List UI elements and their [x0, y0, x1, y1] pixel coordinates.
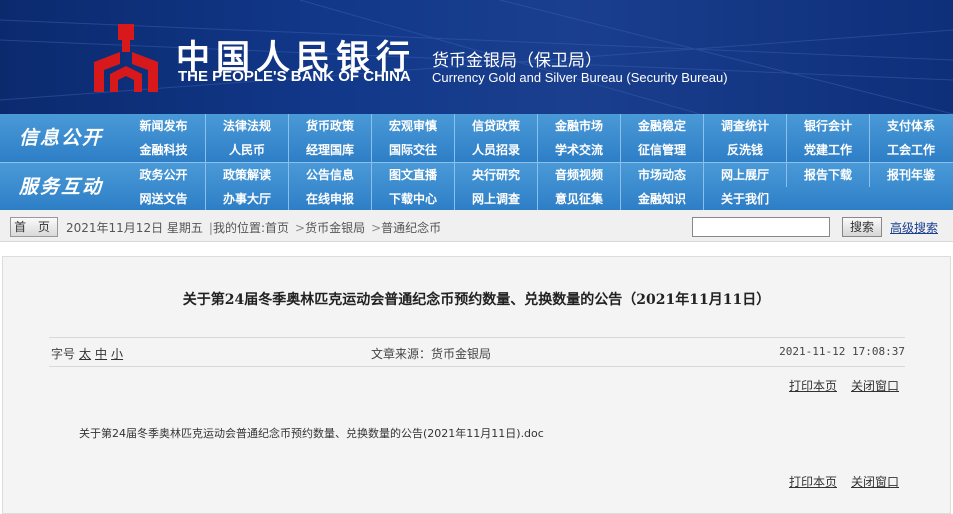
home-button[interactable]: 首 页 — [10, 217, 58, 237]
attachment-link[interactable]: 关于第24届冬季奥林匹克运动会普通纪念币预约数量、兑换数量的公告(2021年11… — [79, 425, 544, 441]
article-panel: 关于第24届冬季奥林匹克运动会普通纪念币预约数量、兑换数量的公告（2021年11… — [2, 256, 951, 514]
breadcrumb: 2021年11月12日 星期五 |我的位置:首页 >货币金银局 >普通纪念币 — [66, 219, 441, 236]
nav-item[interactable]: 报刊年鉴 — [869, 163, 952, 187]
nav-item[interactable]: 新闻发布 — [122, 114, 205, 138]
nav-item[interactable]: 金融稳定 — [620, 114, 703, 138]
nav-item[interactable]: 网上调查 — [454, 187, 537, 211]
breadcrumb-bureau[interactable]: 货币金银局 — [305, 221, 365, 235]
breadcrumb-home[interactable]: 首页 — [265, 221, 289, 235]
nav-section-info: 信息公开 新闻发布 法律法规 货币政策 宏观审慎 信贷政策 金融市场 金融稳定 … — [0, 114, 953, 162]
nav-item[interactable]: 央行研究 — [454, 163, 537, 187]
nav-row-2: 金融科技 人民币 经理国库 国际交往 人员招录 学术交流 征信管理 反洗钱 党建… — [122, 138, 953, 162]
nav-item[interactable]: 网送文告 — [122, 187, 205, 211]
advanced-search-link[interactable]: 高级搜索 — [890, 219, 938, 236]
nav-item[interactable]: 征信管理 — [620, 138, 703, 162]
nav-item[interactable]: 政策解读 — [205, 163, 288, 187]
nav-item[interactable]: 报告下载 — [786, 163, 869, 187]
nav-item[interactable]: 反洗钱 — [703, 138, 786, 162]
nav-item[interactable]: 图文直播 — [371, 163, 454, 187]
nav-item[interactable]: 在线申报 — [288, 187, 371, 211]
nav-item[interactable]: 意见征集 — [537, 187, 620, 211]
article-actions-bottom: 打印本页 关闭窗口 — [789, 473, 913, 490]
nav-item[interactable]: 银行会计 — [786, 114, 869, 138]
close-window-link[interactable]: 关闭窗口 — [851, 475, 899, 489]
nav-item[interactable]: 公告信息 — [288, 163, 371, 187]
nav-item[interactable]: 信贷政策 — [454, 114, 537, 138]
nav-item[interactable]: 法律法规 — [205, 114, 288, 138]
nav-item[interactable]: 调查统计 — [703, 114, 786, 138]
font-size-large[interactable]: 太 — [79, 347, 91, 361]
article-meta: 字号太中小 文章来源：货币金银局 2021-11-12 17:08:37 — [49, 337, 905, 367]
nav-item[interactable]: 经理国库 — [288, 138, 371, 162]
nav-section-label: 信息公开 — [18, 127, 103, 149]
close-window-link[interactable]: 关闭窗口 — [851, 379, 899, 393]
nav-item[interactable]: 网上展厅 — [703, 163, 786, 187]
search-button[interactable]: 搜索 — [842, 217, 882, 237]
nav-item[interactable]: 关于我们 — [703, 187, 786, 211]
header-banner: 中国人民银行 THE PEOPLE'S BANK OF CHINA 货币金银局（… — [0, 0, 953, 114]
location-label: 我的位置: — [212, 221, 265, 235]
font-size-small[interactable]: 小 — [111, 347, 123, 361]
nav-item[interactable]: 市场动态 — [620, 163, 703, 187]
article-title: 关于第24届冬季奥林匹克运动会普通纪念币预约数量、兑换数量的公告（2021年11… — [182, 292, 771, 308]
nav-section-label: 服务互动 — [18, 176, 103, 198]
breadcrumb-chevron-icon: > — [371, 221, 382, 235]
nav-row-3: 政务公开 政策解读 公告信息 图文直播 央行研究 音频视频 市场动态 网上展厅 … — [122, 163, 953, 187]
nav-item[interactable]: 党建工作 — [786, 138, 869, 162]
nav-item[interactable]: 国际交往 — [371, 138, 454, 162]
nav-item[interactable]: 办事大厅 — [205, 187, 288, 211]
nav-item[interactable]: 宏观审慎 — [371, 114, 454, 138]
site-title-en: THE PEOPLE'S BANK OF CHINA — [178, 68, 411, 85]
breadcrumb-chevron-icon: > — [295, 221, 306, 235]
bureau-title-en: Currency Gold and Silver Bureau (Securit… — [432, 70, 728, 85]
nav-item[interactable]: 人民币 — [205, 138, 288, 162]
nav-item[interactable]: 工会工作 — [869, 138, 952, 162]
nav-item[interactable]: 金融市场 — [537, 114, 620, 138]
nav-section-service: 服务互动 政务公开 政策解读 公告信息 图文直播 央行研究 音频视频 市场动态 … — [0, 162, 953, 211]
font-size-switcher: 字号太中小 — [51, 345, 123, 362]
nav-item[interactable]: 货币政策 — [288, 114, 371, 138]
bureau-title-cn: 货币金银局（保卫局） — [432, 51, 602, 71]
article-source: 文章来源：货币金银局 — [371, 347, 492, 361]
nav-item[interactable]: 音频视频 — [537, 163, 620, 187]
nav-item[interactable]: 学术交流 — [537, 138, 620, 162]
current-date: 2021年11月12日 星期五 — [66, 221, 203, 235]
search-input[interactable] — [692, 217, 830, 237]
nav-item[interactable]: 下载中心 — [371, 187, 454, 211]
pboc-emblem-icon — [94, 24, 158, 92]
publish-time: 2021-11-12 17:08:37 — [779, 345, 905, 358]
breadcrumb-current[interactable]: 普通纪念币 — [381, 221, 441, 235]
font-size-medium[interactable]: 中 — [95, 347, 107, 361]
nav-item[interactable]: 金融知识 — [620, 187, 703, 211]
breadcrumb-bar: 首 页 2021年11月12日 星期五 |我的位置:首页 >货币金银局 >普通纪念币 … — [0, 210, 953, 242]
nav-row-4: 网送文告 办事大厅 在线申报 下载中心 网上调查 意见征集 金融知识 关于我们 — [122, 187, 953, 211]
nav-row-1: 新闻发布 法律法规 货币政策 宏观审慎 信贷政策 金融市场 金融稳定 调查统计 … — [122, 114, 953, 138]
main-nav: 信息公开 新闻发布 法律法规 货币政策 宏观审慎 信贷政策 金融市场 金融稳定 … — [0, 114, 953, 211]
page: 中国人民银行 THE PEOPLE'S BANK OF CHINA 货币金银局（… — [0, 0, 953, 514]
nav-item[interactable]: 人员招录 — [454, 138, 537, 162]
font-size-label: 字号 — [51, 347, 76, 361]
nav-item[interactable]: 支付体系 — [869, 114, 952, 138]
nav-item[interactable]: 金融科技 — [122, 138, 205, 162]
article-actions-top: 打印本页 关闭窗口 — [789, 377, 913, 394]
nav-item[interactable]: 政务公开 — [122, 163, 205, 187]
print-page-link[interactable]: 打印本页 — [789, 475, 837, 489]
print-page-link[interactable]: 打印本页 — [789, 379, 837, 393]
